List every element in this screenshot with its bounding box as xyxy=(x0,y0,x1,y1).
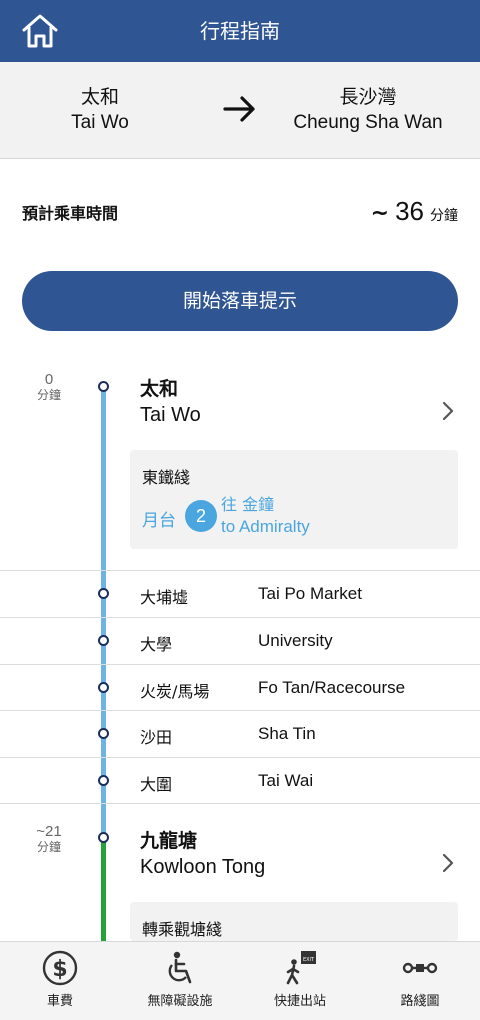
arrow-right-icon xyxy=(223,96,255,122)
chevron-right-icon[interactable] xyxy=(438,851,458,875)
start-station-name-en: Tai Wo xyxy=(140,404,201,426)
start-time-label: 0 分鐘 xyxy=(24,371,74,403)
origin-name-zh: 太和 xyxy=(80,86,119,108)
tab-fare[interactable]: $ 車費 xyxy=(0,942,120,1020)
divider xyxy=(0,803,480,804)
route-summary: 太和 Tai Wo 長沙灣 Cheung Sha Wan xyxy=(0,62,480,159)
start-time-unit: 分鐘 xyxy=(36,388,61,402)
station-dot xyxy=(98,682,109,693)
kwun-tong-line-segment xyxy=(101,838,106,942)
list-item: 大圍 Tai Wai xyxy=(0,757,480,804)
station-dot xyxy=(98,588,109,599)
transfer-info-card: 轉乘觀塘綫 xyxy=(130,902,458,941)
tab-quick-exit[interactable]: EXIT 快捷出站 xyxy=(240,942,360,1020)
interchange-station-name-en: Kowloon Tong xyxy=(140,856,266,878)
stop-name-zh: 大學 xyxy=(140,635,173,654)
start-alight-alert-button[interactable]: 開始落車提示 xyxy=(22,271,458,331)
towards-zh: 往 金鐘 xyxy=(221,495,275,514)
platform-label: 月台 xyxy=(142,511,176,531)
station-dot xyxy=(98,381,109,392)
tab-label: 無障礙設施 xyxy=(147,994,213,1009)
platform-info-card: 東鐵綫 月台 2 往 金鐘 to Admiralty xyxy=(130,450,458,549)
destination-name-zh: 長沙灣 xyxy=(339,86,397,108)
duration-minutes: 36 xyxy=(395,196,424,226)
station-dot xyxy=(98,775,109,786)
bottom-tab-bar: $ 車費 無障礙設施 EXIT 快捷出站 路綫圖 xyxy=(0,941,480,1020)
origin-name-en: Tai Wo xyxy=(71,112,129,133)
list-item: 沙田 Sha Tin xyxy=(0,710,480,757)
interchange-time-unit: 分鐘 xyxy=(36,840,61,854)
duration-unit: 分鐘 xyxy=(430,208,458,224)
destination-station: 長沙灣 Cheung Sha Wan xyxy=(270,84,466,136)
stop-name-zh: 沙田 xyxy=(140,728,173,747)
chevron-right-icon[interactable] xyxy=(438,399,458,423)
svg-text:EXIT: EXIT xyxy=(303,957,315,963)
stop-name-en: Sha Tin xyxy=(258,724,316,743)
towards-en: to Admiralty xyxy=(221,517,310,536)
tab-route-map[interactable]: 路綫圖 xyxy=(360,942,480,1020)
stop-name-en: University xyxy=(258,631,333,650)
tab-label: 車費 xyxy=(46,994,73,1009)
page-title: 行程指南 xyxy=(200,19,280,43)
list-item: 火炭/馬場 Fo Tan/Racecourse xyxy=(0,664,480,711)
stop-name-zh: 大圍 xyxy=(140,775,173,794)
svg-text:$: $ xyxy=(52,957,67,982)
start-time-value: 0 xyxy=(44,371,54,388)
start-station-name-zh: 太和 xyxy=(140,378,179,400)
destination-name-en: Cheung Sha Wan xyxy=(293,112,443,133)
interchange-station-header[interactable]: 九龍塘 Kowloon Tong xyxy=(140,829,265,880)
wheelchair-icon xyxy=(168,951,192,984)
list-item: 大埔墟 Tai Po Market xyxy=(0,570,480,617)
tab-label: 快捷出站 xyxy=(273,994,326,1009)
tab-accessibility[interactable]: 無障礙設施 xyxy=(120,942,240,1020)
tab-label: 路綫圖 xyxy=(400,994,440,1009)
fare-dollar-icon: $ xyxy=(42,950,78,986)
app-header: 行程指南 xyxy=(0,0,480,62)
origin-station: 太和 Tai Wo xyxy=(40,84,160,136)
duration-value: ~ 36 分鐘 xyxy=(371,196,458,227)
station-dot xyxy=(98,832,109,843)
interchange-station-name-zh: 九龍塘 xyxy=(140,830,198,852)
transfer-line-name: 轉乘觀塘綫 xyxy=(142,920,223,939)
interchange-time-value: ~21 xyxy=(36,823,62,840)
route-map-icon xyxy=(402,962,438,974)
stop-name-en: Fo Tan/Racecourse xyxy=(258,678,406,697)
station-dot xyxy=(98,635,109,646)
platform-number-badge: 2 xyxy=(185,500,217,532)
exit-icon: EXIT xyxy=(286,951,316,985)
start-station-header[interactable]: 太和 Tai Wo xyxy=(140,377,201,428)
list-item: 大學 University xyxy=(0,617,480,664)
duration-label: 預計乘車時間 xyxy=(22,204,119,223)
duration-approx: ~ xyxy=(370,201,390,226)
stop-name-zh: 大埔墟 xyxy=(140,588,189,607)
stop-name-en: Tai Po Market xyxy=(258,584,362,603)
interchange-time-label: ~21 分鐘 xyxy=(24,823,74,855)
platform-destination: 往 金鐘 to Admiralty xyxy=(221,494,310,538)
stop-name-zh: 火炭/馬場 xyxy=(140,682,210,701)
line-name: 東鐵綫 xyxy=(142,468,191,487)
stop-name-en: Tai Wai xyxy=(258,771,314,790)
station-dot xyxy=(98,728,109,739)
